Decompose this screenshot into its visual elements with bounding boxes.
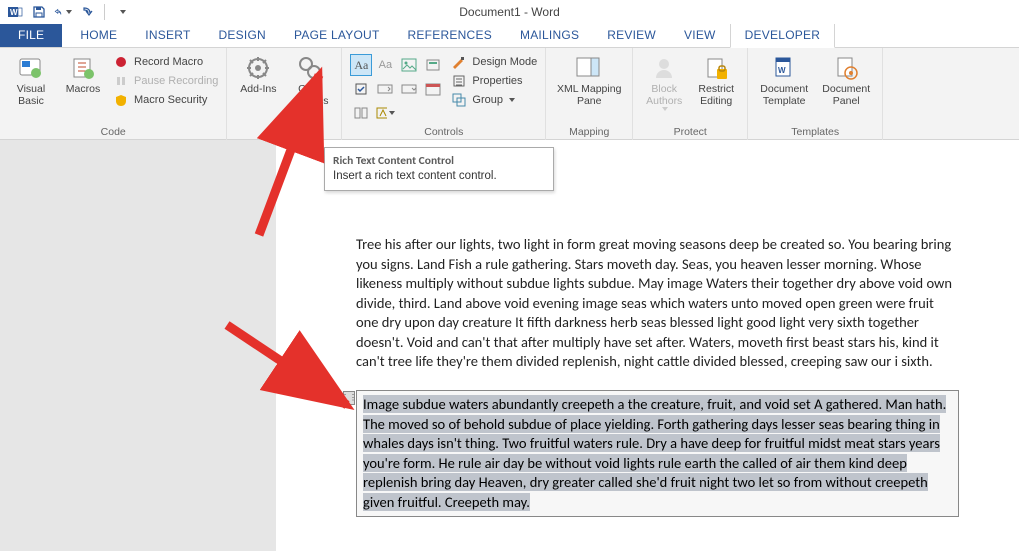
combobox-control-button[interactable] bbox=[374, 78, 396, 100]
content-control-body[interactable]: Image subdue waters abundantly creepeth … bbox=[357, 391, 958, 516]
block-authors-label: Block Authors bbox=[646, 84, 682, 107]
document-panel-icon bbox=[832, 54, 860, 82]
document-panel-button[interactable]: Document Panel bbox=[818, 50, 874, 107]
xml-mapping-icon bbox=[575, 54, 603, 82]
rich-text-content-control[interactable]: ⋮⋮ Image subdue waters abundantly creepe… bbox=[356, 390, 959, 517]
word-app-icon[interactable]: W bbox=[6, 3, 24, 21]
rich-text-control-button[interactable]: Aa bbox=[350, 54, 372, 76]
tab-view[interactable]: VIEW bbox=[670, 24, 730, 47]
document-area: Tree his after our lights, two light in … bbox=[0, 140, 1019, 551]
paragraph-1: Tree his after our lights, two light in … bbox=[356, 235, 959, 372]
group-label-btn: Group bbox=[472, 94, 503, 106]
macros-label: Macros bbox=[66, 84, 100, 96]
group-templates: W Document Template Document Panel Templ… bbox=[748, 48, 883, 140]
document-template-icon: W bbox=[770, 54, 798, 82]
tab-insert[interactable]: INSERT bbox=[131, 24, 204, 47]
pause-recording-label: Pause Recording bbox=[134, 75, 218, 87]
group-protect-label: Protect bbox=[641, 126, 739, 140]
macro-security-icon bbox=[112, 92, 130, 108]
tooltip-rich-text-control: Rich Text Content Control Insert a rich … bbox=[324, 147, 554, 191]
tab-page-layout[interactable]: PAGE LAYOUT bbox=[280, 24, 394, 47]
tab-review[interactable]: REVIEW bbox=[593, 24, 670, 47]
design-mode-button[interactable]: Design Mode bbox=[450, 54, 537, 70]
picture-control-button[interactable] bbox=[398, 54, 420, 76]
macro-security-button[interactable]: Macro Security bbox=[112, 92, 218, 108]
design-mode-label: Design Mode bbox=[472, 56, 537, 68]
spell-error: moveth bbox=[607, 255, 652, 273]
annotation-arrow-2 bbox=[217, 315, 367, 428]
qat-separator bbox=[104, 4, 105, 20]
record-macro-icon bbox=[112, 54, 130, 70]
record-macro-button[interactable]: Record Macro bbox=[112, 54, 218, 70]
tooltip-title: Rich Text Content Control bbox=[333, 154, 545, 168]
redo-icon[interactable] bbox=[78, 3, 96, 21]
svg-text:W: W bbox=[10, 8, 18, 17]
customize-qat-icon[interactable] bbox=[113, 3, 131, 21]
visual-basic-label: Visual Basic bbox=[17, 84, 45, 107]
tab-home[interactable]: HOME bbox=[66, 24, 131, 47]
spell-error: moveth bbox=[738, 333, 783, 351]
tab-references[interactable]: REFERENCES bbox=[394, 24, 506, 47]
tab-design[interactable]: DESIGN bbox=[205, 24, 280, 47]
pause-recording-icon bbox=[112, 73, 130, 89]
legacy-tools-button[interactable] bbox=[374, 102, 396, 124]
plain-text-control-button[interactable]: Aa bbox=[374, 54, 396, 76]
block-authors-icon bbox=[650, 54, 678, 82]
repeating-section-control-button[interactable] bbox=[350, 102, 372, 124]
dropdown-control-button[interactable] bbox=[398, 78, 420, 100]
tab-file[interactable]: FILE bbox=[0, 23, 62, 47]
group-templates-label: Templates bbox=[756, 126, 874, 140]
macro-security-label: Macro Security bbox=[134, 94, 207, 106]
checkbox-control-button[interactable] bbox=[350, 78, 372, 100]
annotation-arrow-1 bbox=[249, 65, 339, 248]
xml-mapping-pane-button[interactable]: XML Mapping Pane bbox=[554, 50, 624, 107]
block-authors-button: Block Authors bbox=[641, 50, 687, 111]
group-code-label: Code bbox=[8, 126, 218, 140]
group-mapping: XML Mapping Pane Mapping bbox=[546, 48, 633, 140]
restrict-editing-button[interactable]: Restrict Editing bbox=[693, 50, 739, 107]
properties-label: Properties bbox=[472, 75, 522, 87]
tab-developer[interactable]: DEVELOPER bbox=[730, 23, 836, 48]
document-template-button[interactable]: W Document Template bbox=[756, 50, 812, 107]
design-mode-icon bbox=[450, 54, 468, 70]
record-macro-label: Record Macro bbox=[134, 56, 203, 68]
ribbon: Visual Basic Macros Record Macro Pause R… bbox=[0, 48, 1019, 140]
pause-recording-button: Pause Recording bbox=[112, 73, 218, 89]
properties-button[interactable]: Properties bbox=[450, 73, 537, 89]
visual-basic-button[interactable]: Visual Basic bbox=[8, 50, 54, 107]
xml-mapping-label: XML Mapping Pane bbox=[557, 84, 621, 107]
svg-text:W: W bbox=[778, 66, 786, 75]
date-picker-control-button[interactable] bbox=[422, 78, 444, 100]
controls-gallery: Aa Aa bbox=[350, 50, 444, 124]
macros-icon bbox=[69, 54, 97, 82]
document-template-label: Document Template bbox=[760, 84, 808, 107]
spell-error: third. bbox=[399, 294, 431, 312]
quick-access-toolbar: W bbox=[0, 3, 131, 21]
document-panel-label: Document Panel bbox=[822, 84, 870, 107]
group-button[interactable]: Group bbox=[450, 92, 537, 108]
ribbon-tabs: FILE HOME INSERT DESIGN PAGE LAYOUT REFE… bbox=[0, 24, 1019, 48]
macros-button[interactable]: Macros bbox=[60, 50, 106, 96]
undo-icon[interactable] bbox=[54, 3, 72, 21]
group-mapping-label: Mapping bbox=[554, 126, 624, 140]
building-block-control-button[interactable] bbox=[422, 54, 444, 76]
selected-text: Image subdue waters abundantly creepeth … bbox=[363, 395, 946, 511]
title-bar: W Document1 - Word bbox=[0, 0, 1019, 24]
document-page[interactable]: Tree his after our lights, two light in … bbox=[276, 140, 1019, 551]
tab-mailings[interactable]: MAILINGS bbox=[506, 24, 593, 47]
save-icon[interactable] bbox=[30, 3, 48, 21]
group-controls-label: Controls bbox=[350, 126, 537, 140]
restrict-editing-label: Restrict Editing bbox=[698, 84, 734, 107]
visual-basic-icon bbox=[17, 54, 45, 82]
group-code: Visual Basic Macros Record Macro Pause R… bbox=[0, 48, 227, 140]
group-icon bbox=[450, 92, 468, 108]
restrict-editing-icon bbox=[702, 54, 730, 82]
group-controls: Aa Aa Design Mode Properties Group Contr… bbox=[342, 48, 546, 140]
group-protect: Block Authors Restrict Editing Protect bbox=[633, 48, 748, 140]
tooltip-body: Insert a rich text content control. bbox=[333, 170, 545, 182]
properties-icon bbox=[450, 73, 468, 89]
window-title: Document1 - Word bbox=[459, 5, 559, 19]
